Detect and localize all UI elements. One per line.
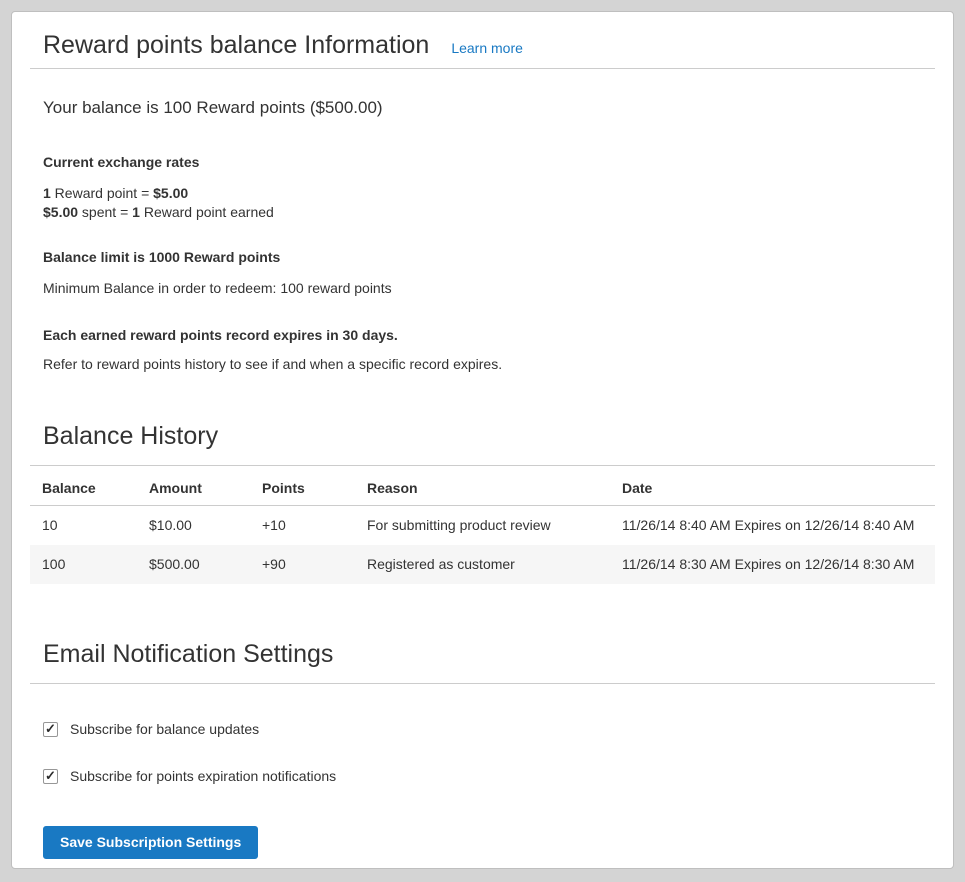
table-cell: +10: [250, 506, 355, 546]
table-row: 100$500.00+90Registered as customer11/26…: [30, 545, 935, 584]
save-subscription-button[interactable]: Save Subscription Settings: [43, 826, 258, 859]
subscribe-balance-updates-checkbox[interactable]: [43, 722, 58, 737]
subscribe-balance-updates-option[interactable]: Subscribe for balance updates: [43, 720, 935, 739]
table-cell: $10.00: [137, 506, 250, 546]
email-settings-heading: Email Notification Settings: [30, 639, 935, 684]
exchange-rate-lines: 1 Reward point = $5.00$5.00 spent = 1 Re…: [43, 184, 935, 222]
subscribe-balance-updates-label: Subscribe for balance updates: [70, 720, 259, 739]
table-cell: +90: [250, 545, 355, 584]
table-cell: For submitting product review: [355, 506, 610, 546]
table-cell: $500.00: [137, 545, 250, 584]
balance-limit-text: Balance limit is 1000 Reward points: [43, 248, 935, 267]
column-header-balance: Balance: [30, 466, 137, 506]
table-cell: 11/26/14 8:30 AM Expires on 12/26/14 8:3…: [610, 545, 935, 584]
page-header: Reward points balance Information Learn …: [30, 28, 935, 69]
page-background: Reward points balance Information Learn …: [0, 0, 965, 882]
table-cell: Registered as customer: [355, 545, 610, 584]
column-header-amount: Amount: [137, 466, 250, 506]
table-cell: 11/26/14 8:40 AM Expires on 12/26/14 8:4…: [610, 506, 935, 546]
expiration-note-text: Refer to reward points history to see if…: [43, 355, 935, 374]
column-header-points: Points: [250, 466, 355, 506]
subscribe-points-expiration-label: Subscribe for points expiration notifica…: [70, 767, 336, 786]
minimum-redeem-text: Minimum Balance in order to redeem: 100 …: [43, 279, 935, 298]
exchange-rates-heading: Current exchange rates: [43, 153, 935, 172]
subscribe-points-expiration-checkbox[interactable]: [43, 769, 58, 784]
subscribe-points-expiration-option[interactable]: Subscribe for points expiration notifica…: [43, 767, 935, 786]
expiration-policy-text: Each earned reward points record expires…: [43, 326, 935, 345]
exchange-rate-line: 1 Reward point = $5.00: [43, 184, 935, 203]
balance-summary: Your balance is 100 Reward points ($500.…: [43, 97, 935, 119]
page-title: Reward points balance Information: [43, 30, 429, 60]
email-subscription-options: Subscribe for balance updates Subscribe f…: [43, 720, 935, 786]
table-cell: 100: [30, 545, 137, 584]
exchange-rate-line: $5.00 spent = 1 Reward point earned: [43, 203, 935, 222]
column-header-date: Date: [610, 466, 935, 506]
table-header-row: BalanceAmountPointsReasonDate: [30, 466, 935, 506]
learn-more-link[interactable]: Learn more: [451, 40, 523, 56]
table-cell: 10: [30, 506, 137, 546]
column-header-reason: Reason: [355, 466, 610, 506]
balance-history-heading: Balance History: [30, 421, 935, 466]
reward-info-card: Reward points balance Information Learn …: [11, 11, 954, 869]
table-row: 10$10.00+10For submitting product review…: [30, 506, 935, 546]
balance-history-table: BalanceAmountPointsReasonDate 10$10.00+1…: [30, 466, 935, 584]
